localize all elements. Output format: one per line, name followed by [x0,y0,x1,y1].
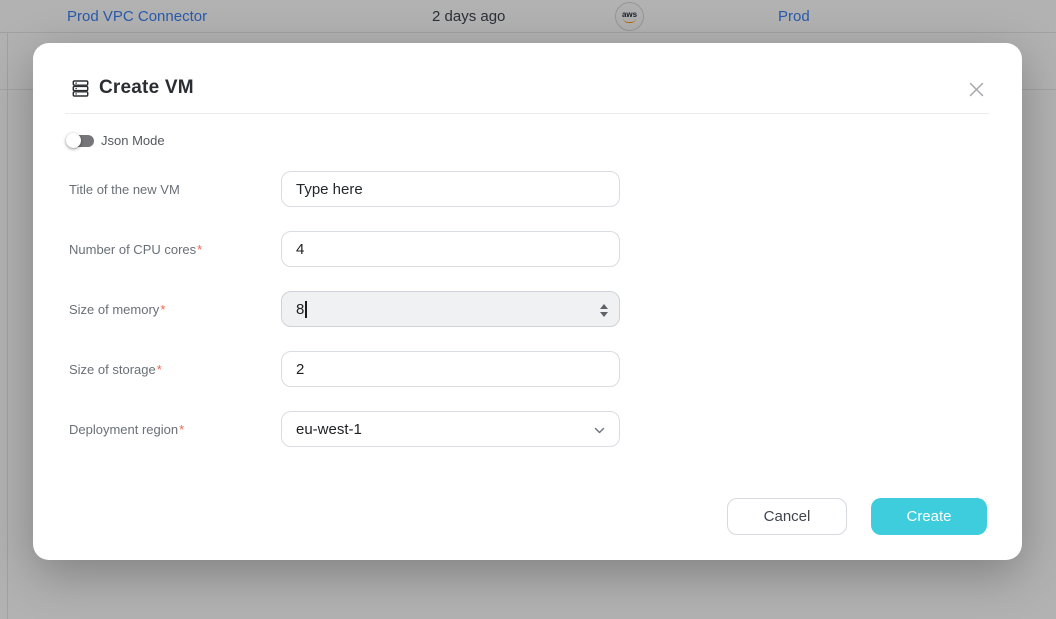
field-row-memory: Size of memory* 8 [33,291,1022,327]
vm-title-input[interactable] [281,171,620,207]
spinner-up-icon[interactable] [600,304,608,309]
screen: Prod VPC Connector 2 days ago aws Prod [0,0,1056,619]
memory-label: Size of memory* [69,291,165,327]
cpu-cores-label: Number of CPU cores* [69,231,202,267]
server-stack-icon [71,79,90,98]
modal-footer: Cancel Create [727,498,987,535]
json-mode-toggle[interactable] [66,133,94,149]
memory-label-text: Size of memory [69,302,159,317]
storage-input[interactable] [281,351,620,387]
memory-input[interactable]: 8 [281,291,620,327]
field-row-storage: Size of storage* [33,351,1022,387]
region-selected-value: eu-west-1 [296,421,362,438]
create-button[interactable]: Create [871,498,987,535]
chevron-down-icon [592,423,607,438]
required-marker: * [157,362,162,377]
required-marker: * [179,422,184,437]
header-divider [65,113,989,114]
cpu-cores-input[interactable] [281,231,620,267]
cpu-cores-label-text: Number of CPU cores [69,242,196,257]
cancel-button[interactable]: Cancel [727,498,847,535]
vm-title-label-text: Title of the new VM [69,182,180,197]
modal-header: Create VM [71,77,194,99]
toggle-thumb [66,133,81,148]
modal-title: Create VM [99,77,194,99]
json-mode-label: Json Mode [101,133,165,148]
required-marker: * [197,242,202,257]
spinner-down-icon[interactable] [600,312,608,317]
vm-title-label: Title of the new VM [69,171,180,207]
memory-value: 8 [296,301,304,318]
field-row-region: Deployment region* eu-west-1 [33,411,1022,447]
field-row-vm-title: Title of the new VM [33,171,1022,207]
close-button[interactable] [965,78,987,100]
region-select[interactable]: eu-west-1 [281,411,620,447]
storage-label-text: Size of storage [69,362,156,377]
text-caret [305,301,307,318]
create-vm-modal: Create VM Json Mode Title of the new VM [33,43,1022,560]
close-icon [967,80,986,99]
field-row-cpu-cores: Number of CPU cores* [33,231,1022,267]
region-label: Deployment region* [69,411,184,447]
json-mode-row: Json Mode [66,132,165,149]
region-label-text: Deployment region [69,422,178,437]
required-marker: * [160,302,165,317]
storage-label: Size of storage* [69,351,162,387]
number-spinner[interactable] [600,292,608,328]
